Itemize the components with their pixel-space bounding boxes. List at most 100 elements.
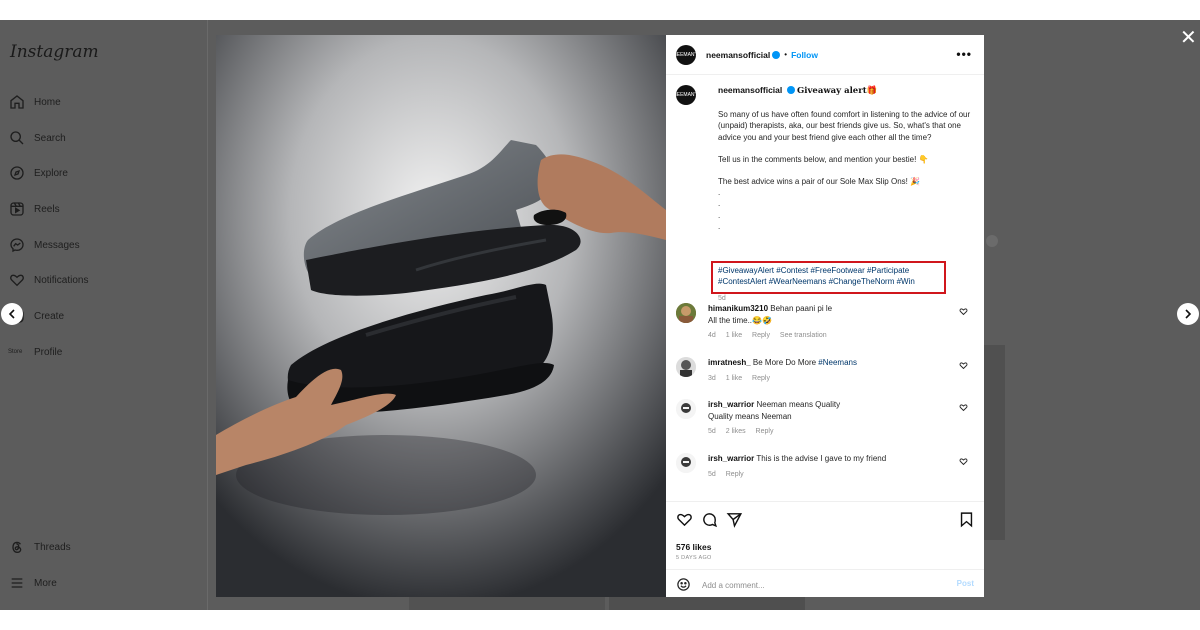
sneaker-photo: [216, 35, 666, 597]
comment-bubble-icon[interactable]: [701, 511, 718, 528]
hashtags-highlight-box: #GiveawayAlert #Contest #FreeFootwear #P…: [711, 261, 946, 294]
chevron-left-icon: [8, 309, 15, 319]
instagram-logo[interactable]: Instagram: [10, 42, 99, 62]
commenter-username[interactable]: imratnesh_: [708, 358, 751, 367]
commenter-avatar[interactable]: [676, 303, 696, 323]
comment-likes[interactable]: 2 likes: [726, 428, 746, 435]
sidebar-item-label: Search: [34, 132, 66, 144]
commenter-avatar[interactable]: [676, 453, 696, 473]
avatar-image: [676, 453, 696, 473]
caption-author-avatar[interactable]: NEEMAN'S: [673, 85, 699, 105]
commenter-username[interactable]: irsh_warrior: [708, 400, 754, 409]
comment-body: irsh_warrior This is the advise I gave t…: [708, 453, 958, 480]
sidebar-item-label: Profile: [34, 346, 63, 358]
sidebar: Instagram Home Search Explore Reels Mess…: [0, 20, 208, 610]
commenter-avatar[interactable]: [676, 399, 696, 419]
comment-text: All the time..😂🤣: [708, 315, 772, 325]
author-avatar[interactable]: NEEMAN'S: [673, 44, 699, 65]
sidebar-item-more[interactable]: More: [8, 571, 57, 595]
caption-headline: Giveaway alert🎁: [797, 86, 878, 96]
save-bookmark-icon[interactable]: [958, 511, 975, 528]
comment-time[interactable]: 3d: [708, 375, 716, 382]
dimmed-backdrop[interactable]: Instagram Home Search Explore Reels Mess…: [0, 20, 1200, 610]
hashtags-line[interactable]: #GiveawayAlert #Contest #FreeFootwear #P…: [718, 265, 939, 276]
emoji-icon[interactable]: [676, 577, 691, 592]
comment-text: Be More Do More: [752, 358, 817, 367]
more-options-icon[interactable]: •••: [956, 47, 972, 61]
like-comment-heart-icon[interactable]: [959, 361, 968, 370]
like-comment-heart-icon[interactable]: [959, 403, 968, 412]
commenter-avatar[interactable]: [676, 357, 696, 377]
menu-icon: [8, 574, 26, 592]
comment-time[interactable]: 5d: [708, 471, 716, 478]
caption-title: neemansofficial Giveaway alert🎁: [718, 85, 973, 97]
post-date[interactable]: 5 DAYS AGO: [676, 555, 712, 561]
reply-button[interactable]: Reply: [726, 471, 744, 478]
comment-body: irsh_warrior Neeman means Quality Qualit…: [708, 399, 958, 438]
sidebar-item-notifications[interactable]: Notifications: [8, 268, 88, 292]
home-icon: [8, 93, 26, 111]
comments-scroll-area[interactable]: NEEMAN'S neemansofficial Giveaway alert🎁…: [666, 75, 984, 501]
comment-meta: 4d 1 like Reply See translation: [708, 330, 958, 342]
sidebar-item-reels[interactable]: Reels: [8, 197, 60, 221]
like-comment-heart-icon[interactable]: [959, 457, 968, 466]
caption-dots: . . . .: [718, 188, 721, 231]
post-actions: 576 likes 5 DAYS AGO Post: [666, 501, 984, 597]
post-comment-button[interactable]: Post: [957, 579, 974, 588]
verified-badge-icon: [786, 86, 795, 94]
comment-meta: 3d 1 like Reply: [708, 373, 958, 385]
commenter-username[interactable]: irsh_warrior: [708, 454, 754, 463]
verified-badge-icon: [772, 50, 781, 59]
chevron-right-icon: [1185, 309, 1192, 319]
threads-icon: [8, 538, 26, 556]
sidebar-item-label: Threads: [34, 541, 71, 553]
caption-timestamp[interactable]: 5d: [718, 295, 726, 302]
caption-username[interactable]: neemansofficial: [718, 85, 782, 95]
follow-button[interactable]: Follow: [791, 50, 818, 60]
sidebar-item-search[interactable]: Search: [8, 126, 66, 150]
avatar-image: [676, 357, 696, 377]
add-comment-bar: Post: [666, 569, 984, 598]
comment-text: Quality means Neeman: [708, 411, 792, 421]
commenter-username[interactable]: himanikum3210: [708, 304, 768, 313]
profile-avatar: Store: [8, 349, 23, 355]
comment-text: This is the advise I gave to my friend: [756, 454, 887, 463]
previous-post-button[interactable]: [1, 303, 23, 325]
avatar-image: [676, 303, 696, 323]
sidebar-item-messages[interactable]: Messages: [8, 233, 80, 257]
sidebar-item-label: Home: [34, 96, 61, 108]
sidebar-item-threads[interactable]: Threads: [8, 535, 71, 559]
reply-button[interactable]: Reply: [752, 375, 770, 382]
comment-likes[interactable]: 1 like: [726, 375, 742, 382]
next-post-button[interactable]: [1177, 303, 1199, 325]
caption-text: neemansofficial Giveaway alert🎁 So many …: [718, 85, 973, 232]
reply-button[interactable]: Reply: [752, 332, 770, 339]
avatar-text: NEEMAN'S: [673, 92, 699, 98]
hashtags-line[interactable]: #ContestAlert #WearNeemans #ChangeTheNor…: [718, 276, 939, 287]
like-comment-heart-icon[interactable]: [959, 307, 968, 316]
add-comment-input[interactable]: [702, 578, 932, 592]
comment-time[interactable]: 5d: [708, 428, 716, 435]
likes-count[interactable]: 576 likes: [676, 542, 711, 552]
caption-paragraph: Tell us in the comments below, and menti…: [718, 154, 929, 164]
comment-text: Behan paani pi le: [770, 304, 833, 313]
sidebar-item-home[interactable]: Home: [8, 90, 61, 114]
sidebar-item-label: Notifications: [34, 274, 89, 286]
share-paper-plane-icon[interactable]: [726, 511, 743, 528]
comment-likes[interactable]: 1 like: [726, 332, 742, 339]
comment-hashtag[interactable]: #Neemans: [818, 358, 857, 367]
sidebar-item-explore[interactable]: Explore: [8, 161, 68, 185]
post-image[interactable]: [216, 35, 666, 597]
sidebar-item-profile[interactable]: Store Profile: [8, 340, 62, 364]
like-heart-icon[interactable]: [676, 511, 693, 528]
search-icon: [8, 129, 26, 147]
sidebar-item-label: More: [34, 577, 57, 589]
author-username[interactable]: neemansofficial: [706, 50, 770, 60]
close-icon[interactable]: ✕: [1180, 28, 1197, 48]
comment-time[interactable]: 4d: [708, 332, 716, 339]
compass-icon: [8, 164, 26, 182]
see-translation-button[interactable]: See translation: [780, 332, 827, 339]
caption-paragraph: The best advice wins a pair of our Sole …: [718, 177, 921, 187]
comment-meta: 5d Reply: [708, 469, 958, 481]
reply-button[interactable]: Reply: [756, 428, 774, 435]
